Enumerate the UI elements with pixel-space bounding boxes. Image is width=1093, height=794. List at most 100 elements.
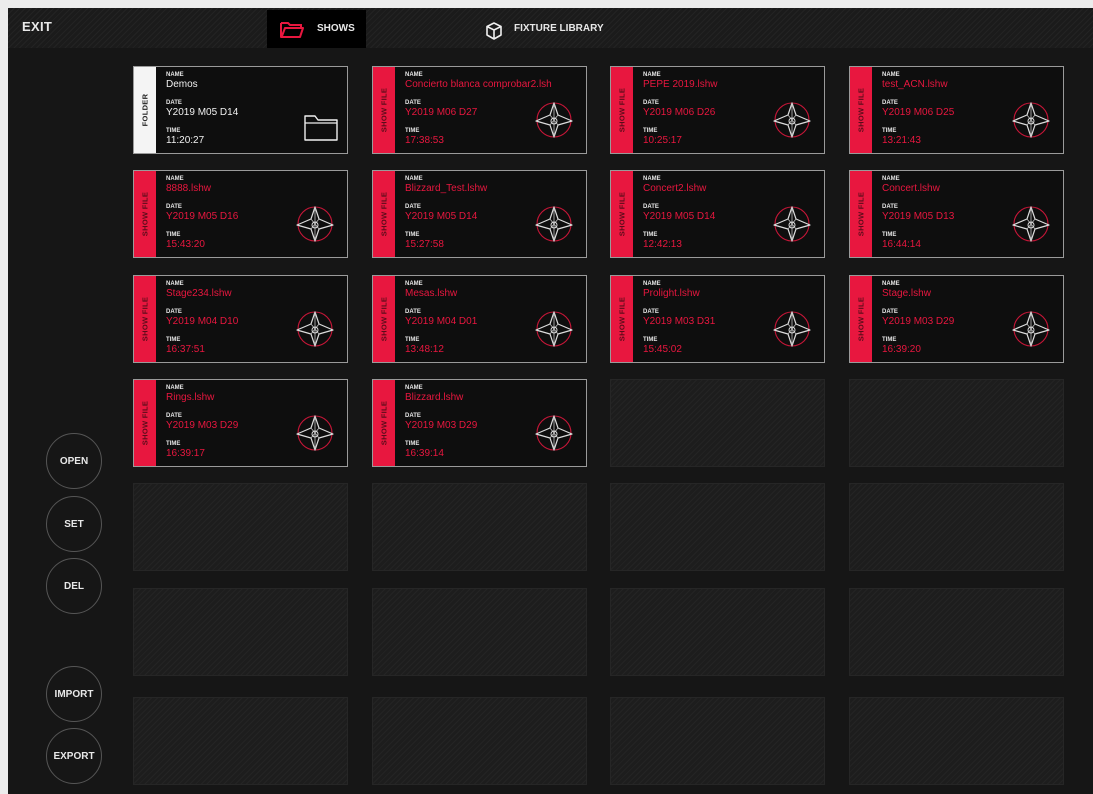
name-key: NAME [405, 176, 423, 182]
name-key: NAME [882, 176, 900, 182]
empty-slot[interactable] [849, 588, 1064, 676]
moving-head-icon [535, 311, 573, 347]
empty-slot[interactable] [610, 379, 825, 467]
moving-head-icon [773, 311, 811, 347]
card-name: Concert.lshw [882, 183, 940, 194]
card-type-strip: SHOW FILE [850, 171, 872, 257]
name-key: NAME [882, 281, 900, 287]
card-emblem [292, 413, 338, 458]
card-type-strip: SHOW FILE [850, 276, 872, 362]
card-type-strip: SHOW FILE [611, 276, 633, 362]
card-type-label: SHOW FILE [379, 87, 389, 133]
card-emblem [531, 204, 577, 249]
card-type-label: SHOW FILE [140, 296, 150, 342]
show-file-card[interactable]: SHOW FILE NAME test_ACN.lshw DATE Y2019 M06 … [849, 66, 1064, 154]
empty-slot[interactable] [133, 588, 348, 676]
card-emblem [531, 309, 577, 354]
show-file-card[interactable]: SHOW FILE NAME Concierto blanca comprobar2… [372, 66, 587, 154]
card-type-label: SHOW FILE [617, 191, 627, 237]
top-bar: EXIT SHOWS FIXTURE LIBRARY [8, 8, 1093, 48]
show-file-card[interactable]: SHOW FILE NAME 8888.lshw DATE Y2019 M05 D16 T… [133, 170, 348, 258]
empty-slot[interactable] [372, 483, 587, 571]
show-manager-window: EXIT SHOWS FIXTURE LIBRARY FOLDER NAME Dem… [8, 8, 1093, 794]
card-type-strip: SHOW FILE [611, 171, 633, 257]
card-emblem [769, 204, 815, 249]
empty-slot[interactable] [372, 588, 587, 676]
card-name: Prolight.lshw [643, 288, 700, 299]
card-type-strip: SHOW FILE [134, 171, 156, 257]
card-type-label: SHOW FILE [856, 87, 866, 133]
moving-head-icon [535, 206, 573, 242]
card-name: Blizzard_Test.lshw [405, 183, 488, 194]
card-type-strip: SHOW FILE [373, 171, 395, 257]
moving-head-icon [535, 102, 573, 138]
empty-slot[interactable] [133, 483, 348, 571]
name-key: NAME [166, 281, 184, 287]
card-emblem [303, 112, 339, 147]
card-type-strip: FOLDER [134, 67, 156, 153]
name-key: NAME [166, 72, 184, 78]
card-name: test_ACN.lshw [882, 79, 948, 90]
empty-slot[interactable] [849, 483, 1064, 571]
moving-head-icon [773, 102, 811, 138]
open-button[interactable]: OPEN [46, 433, 102, 489]
show-file-card[interactable]: SHOW FILE NAME Blizzard_Test.lshw DATE Y2019… [372, 170, 587, 258]
card-type-label: SHOW FILE [140, 400, 150, 446]
folder-icon [304, 115, 338, 141]
name-key: NAME [643, 72, 661, 78]
name-key: NAME [405, 281, 423, 287]
card-name: Blizzard.lshw [405, 392, 464, 403]
cube-icon [486, 22, 502, 40]
date-key: DATE [166, 100, 182, 106]
card-type-label: SHOW FILE [379, 400, 389, 446]
empty-slot[interactable] [610, 483, 825, 571]
empty-slot[interactable] [610, 588, 825, 676]
moving-head-icon [1012, 102, 1050, 138]
card-emblem [769, 100, 815, 145]
card-type-strip: SHOW FILE [373, 67, 395, 153]
show-file-card[interactable]: SHOW FILE NAME Mesas.lshw DATE Y2019 M04 D01… [372, 275, 587, 363]
card-name: Concert2.lshw [643, 183, 707, 194]
card-type-label: SHOW FILE [140, 191, 150, 237]
show-file-card[interactable]: SHOW FILE NAME Concert.lshw DATE Y2019 M05 D… [849, 170, 1064, 258]
empty-slot[interactable] [849, 379, 1064, 467]
moving-head-icon [1012, 206, 1050, 242]
card-type-label: SHOW FILE [617, 296, 627, 342]
card-type-label: SHOW FILE [617, 87, 627, 133]
exit-button[interactable]: EXIT [22, 19, 52, 34]
card-type-label: SHOW FILE [856, 296, 866, 342]
moving-head-icon [1012, 311, 1050, 347]
export-button[interactable]: EXPORT [46, 728, 102, 784]
card-emblem [531, 413, 577, 458]
show-file-card[interactable]: SHOW FILE NAME Concert2.lshw DATE Y2019 M05 … [610, 170, 825, 258]
empty-slot[interactable] [133, 697, 348, 785]
tab-fixture-library[interactable]: FIXTURE LIBRARY [478, 10, 638, 48]
show-file-card[interactable]: SHOW FILE NAME Prolight.lshw DATE Y2019 M03 … [610, 275, 825, 363]
show-file-card[interactable]: SHOW FILE NAME Rings.lshw DATE Y2019 M03 D29… [133, 379, 348, 467]
empty-slot[interactable] [610, 697, 825, 785]
delete-button[interactable]: DEL [46, 558, 102, 614]
name-key: NAME [643, 281, 661, 287]
card-emblem [1008, 204, 1054, 249]
show-file-card[interactable]: SHOW FILE NAME PEPE 2019.lshw DATE Y2019 M06… [610, 66, 825, 154]
card-name: Stage234.lshw [166, 288, 232, 299]
card-name: 8888.lshw [166, 183, 212, 194]
moving-head-icon [296, 311, 334, 347]
set-button[interactable]: SET [46, 496, 102, 552]
show-file-card[interactable]: SHOW FILE NAME Stage234.lshw DATE Y2019 M04 … [133, 275, 348, 363]
name-key: NAME [643, 176, 661, 182]
tab-shows-label: SHOWS [317, 23, 355, 34]
card-name: Concierto blanca comprobar2.lsh [405, 79, 552, 90]
card-type-strip: SHOW FILE [373, 276, 395, 362]
card-type-label: SHOW FILE [379, 296, 389, 342]
show-file-card[interactable]: SHOW FILE NAME Stage.lshw DATE Y2019 M03 D29… [849, 275, 1064, 363]
card-type-strip: SHOW FILE [850, 67, 872, 153]
name-key: NAME [166, 176, 184, 182]
show-file-card[interactable]: SHOW FILE NAME Blizzard.lshw DATE Y2019 M03 … [372, 379, 587, 467]
tab-shows[interactable]: SHOWS [267, 10, 366, 48]
folder-card[interactable]: FOLDER NAME Demos DATE Y2019 M05 D14 TIME 11:2… [133, 66, 348, 154]
import-button[interactable]: IMPORT [46, 666, 102, 722]
name-key: NAME [405, 385, 423, 391]
empty-slot[interactable] [849, 697, 1064, 785]
empty-slot[interactable] [372, 697, 587, 785]
